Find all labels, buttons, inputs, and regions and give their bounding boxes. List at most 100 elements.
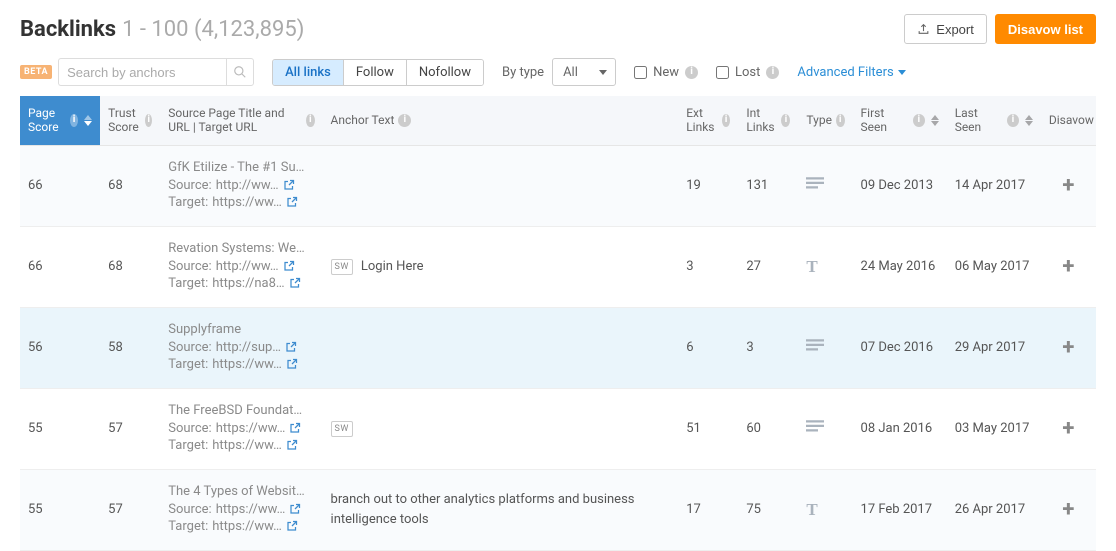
- new-checkbox-wrap[interactable]: New i: [634, 65, 698, 80]
- source-url[interactable]: https://ww…: [216, 421, 286, 436]
- source-line: Source: http://ww…: [168, 178, 314, 193]
- source-title: GfK Etilize - The #1 Su…: [168, 160, 314, 175]
- source-url[interactable]: http://sup…: [216, 340, 281, 355]
- add-disavow-button[interactable]: +: [1049, 256, 1088, 278]
- cell-last-seen: 14 Apr 2017: [947, 145, 1041, 226]
- cell-trust-score: 68: [100, 226, 160, 307]
- external-link-icon[interactable]: [289, 503, 301, 515]
- tab-all-links[interactable]: All links: [273, 60, 343, 85]
- external-link-icon[interactable]: [289, 422, 301, 434]
- lost-checkbox[interactable]: [716, 66, 729, 79]
- backlinks-table: Page Score i Trust Score i Source Page T…: [20, 96, 1096, 551]
- source-line: Source: https://ww…: [168, 421, 314, 436]
- target-url[interactable]: https://ww…: [212, 195, 282, 210]
- cell-last-seen: 29 Apr 2017: [947, 307, 1041, 388]
- table-row: 5557The 4 Types of Websit…Source: https:…: [20, 469, 1096, 550]
- cell-ext-links: 6: [678, 307, 738, 388]
- table-row: 6668Revation Systems: We…Source: http://…: [20, 226, 1096, 307]
- col-type[interactable]: Type i: [798, 96, 852, 145]
- external-link-icon[interactable]: [286, 439, 298, 451]
- external-link-icon[interactable]: [289, 277, 301, 289]
- col-first-seen[interactable]: First Seen i: [853, 96, 947, 145]
- cell-ext-links: 3: [678, 226, 738, 307]
- link-type-tabs: All links Follow Nofollow: [272, 59, 484, 86]
- col-ext-links[interactable]: Ext Links i: [678, 96, 738, 145]
- info-icon[interactable]: i: [766, 66, 779, 79]
- col-page-score[interactable]: Page Score i: [20, 96, 100, 145]
- col-int-links[interactable]: Int Links i: [738, 96, 798, 145]
- target-url[interactable]: https://ww…: [212, 519, 282, 534]
- col-ext-label: Ext Links: [686, 106, 718, 135]
- cell-source: The FreeBSD Foundat…Source: https://ww… …: [160, 388, 322, 469]
- cell-trust-score: 58: [100, 307, 160, 388]
- external-link-icon[interactable]: [283, 260, 295, 272]
- cell-type: T: [798, 226, 852, 307]
- search-input[interactable]: [58, 58, 226, 86]
- add-disavow-button[interactable]: +: [1049, 337, 1088, 359]
- col-source[interactable]: Source Page Title and URL | Target URL i: [160, 96, 322, 145]
- external-link-icon[interactable]: [283, 179, 295, 191]
- search-wrap: BETA: [20, 58, 254, 86]
- source-url[interactable]: http://ww…: [216, 178, 279, 193]
- cell-source: Revation Systems: We…Source: http://ww… …: [160, 226, 322, 307]
- info-icon[interactable]: i: [685, 66, 698, 79]
- target-url[interactable]: https://ww…: [212, 357, 282, 372]
- target-url[interactable]: https://na8…: [212, 276, 284, 291]
- source-url[interactable]: http://ww…: [216, 259, 279, 274]
- tab-follow[interactable]: Follow: [343, 60, 406, 85]
- external-link-icon[interactable]: [286, 196, 298, 208]
- sw-badge: SW: [331, 421, 353, 437]
- cell-source: The 4 Types of Websit…Source: https://ww…: [160, 469, 322, 550]
- cell-first-seen: 24 May 2016: [853, 226, 947, 307]
- col-page-score-label: Page Score: [28, 106, 66, 135]
- info-icon[interactable]: i: [781, 114, 790, 127]
- info-icon[interactable]: i: [722, 114, 731, 127]
- col-last-seen[interactable]: Last Seen i: [947, 96, 1041, 145]
- add-disavow-button[interactable]: +: [1049, 175, 1088, 197]
- cell-int-links: 3: [738, 307, 798, 388]
- new-label: New: [653, 65, 679, 80]
- anchor-text: Login Here: [361, 257, 424, 277]
- target-line: Target: https://ww…: [168, 519, 314, 534]
- new-checkbox[interactable]: [634, 66, 647, 79]
- title-block: Backlinks 1 - 100 (4,123,895): [20, 17, 304, 42]
- external-link-icon[interactable]: [286, 358, 298, 370]
- info-icon[interactable]: i: [836, 114, 845, 127]
- info-icon[interactable]: i: [306, 114, 314, 127]
- col-trust-score-label: Trust Score: [108, 106, 141, 135]
- lost-label: Lost: [735, 65, 760, 80]
- cell-page-score: 66: [20, 226, 100, 307]
- search-button[interactable]: [226, 58, 254, 86]
- cell-page-score: 66: [20, 145, 100, 226]
- target-url[interactable]: https://ww…: [212, 438, 282, 453]
- info-icon[interactable]: i: [398, 114, 411, 127]
- export-button[interactable]: Export: [904, 14, 987, 44]
- cell-page-score: 56: [20, 307, 100, 388]
- info-icon[interactable]: i: [1007, 114, 1019, 127]
- sort-arrows-icon: [1025, 115, 1033, 126]
- tab-nofollow[interactable]: Nofollow: [406, 60, 483, 85]
- cell-anchor: [323, 145, 679, 226]
- col-anchor[interactable]: Anchor Text i: [323, 96, 679, 145]
- by-type-value: All: [563, 65, 578, 80]
- advanced-filters-button[interactable]: Advanced Filters: [797, 65, 905, 80]
- info-icon[interactable]: i: [145, 114, 152, 127]
- info-icon[interactable]: i: [913, 114, 925, 127]
- type-anchor-icon: T: [806, 500, 817, 520]
- by-type-label: By type: [502, 65, 544, 80]
- add-disavow-button[interactable]: +: [1049, 499, 1088, 521]
- cell-disavow: +: [1041, 388, 1096, 469]
- info-icon[interactable]: i: [70, 114, 78, 127]
- cell-trust-score: 68: [100, 145, 160, 226]
- source-url[interactable]: https://ww…: [216, 502, 286, 517]
- external-link-icon[interactable]: [285, 341, 297, 353]
- col-source-label: Source Page Title and URL | Target URL: [168, 106, 302, 135]
- add-disavow-button[interactable]: +: [1049, 418, 1088, 440]
- disavow-list-button[interactable]: Disavow list: [995, 14, 1096, 44]
- source-line: Source: http://ww…: [168, 259, 314, 274]
- external-link-icon[interactable]: [286, 520, 298, 532]
- col-trust-score[interactable]: Trust Score i: [100, 96, 160, 145]
- lost-checkbox-wrap[interactable]: Lost i: [716, 65, 779, 80]
- disavow-list-label: Disavow list: [1008, 22, 1083, 37]
- by-type-select[interactable]: All: [552, 58, 616, 86]
